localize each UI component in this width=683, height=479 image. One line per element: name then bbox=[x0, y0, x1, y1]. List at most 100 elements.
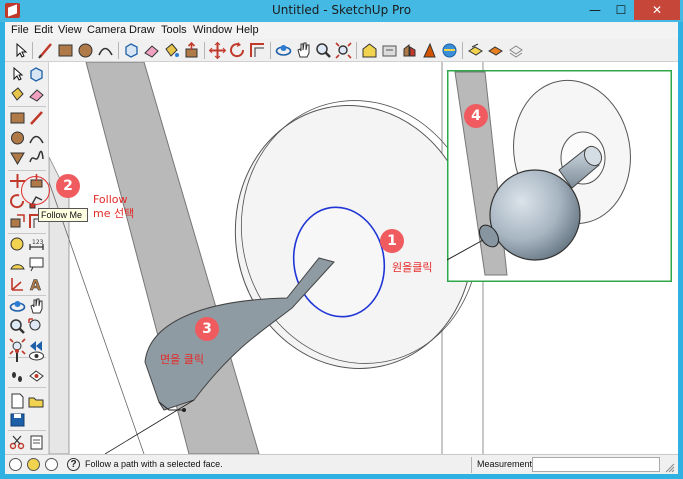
geolocation-icon[interactable] bbox=[9, 458, 22, 471]
polygon-tool-icon[interactable] bbox=[8, 149, 27, 167]
toolbar-divider bbox=[462, 42, 463, 59]
left-toolbar: 123 A bbox=[5, 62, 49, 454]
step-badge-1: 1 bbox=[380, 229, 404, 253]
paint-bucket-icon[interactable] bbox=[162, 41, 181, 60]
credits-icon[interactable] bbox=[27, 458, 40, 471]
cut-icon[interactable] bbox=[8, 433, 27, 451]
paint-bucket-icon[interactable] bbox=[8, 85, 27, 103]
measurements-input[interactable] bbox=[532, 457, 660, 472]
share-model-icon[interactable] bbox=[380, 41, 399, 60]
tape-measure-icon[interactable] bbox=[8, 235, 27, 253]
position-camera-icon[interactable] bbox=[8, 347, 27, 365]
follow-me-highlight bbox=[21, 176, 50, 205]
select-tool-icon[interactable] bbox=[11, 41, 30, 60]
new-file-icon[interactable] bbox=[8, 392, 27, 410]
inset-sphere bbox=[489, 169, 581, 261]
arc-tool-icon[interactable] bbox=[27, 129, 46, 147]
toolbar-divider bbox=[8, 233, 46, 234]
toolbar-divider bbox=[8, 430, 46, 431]
help-icon[interactable]: ? bbox=[67, 458, 80, 471]
title-bar: Untitled - SketchUp Pro — ☐ ✕ bbox=[0, 0, 683, 22]
maximize-button[interactable]: ☐ bbox=[608, 0, 634, 20]
user-icon[interactable] bbox=[45, 458, 58, 471]
background-wall bbox=[49, 156, 70, 454]
rotate-tool-icon[interactable] bbox=[228, 41, 247, 60]
text-tool-icon[interactable] bbox=[27, 255, 46, 273]
scale-tool-icon[interactable] bbox=[8, 212, 27, 230]
orbit-tool-icon[interactable] bbox=[8, 297, 27, 315]
orbit-tool-icon[interactable] bbox=[274, 41, 293, 60]
eraser-tool-icon[interactable] bbox=[27, 85, 46, 103]
walk-tool-icon[interactable] bbox=[8, 367, 27, 385]
profile-edge bbox=[104, 399, 195, 454]
step-note-2: Follow me 선택 bbox=[93, 193, 134, 221]
model-viewport[interactable] bbox=[49, 62, 678, 454]
section-plane-icon[interactable] bbox=[27, 367, 46, 385]
minimize-button[interactable]: — bbox=[582, 0, 608, 20]
svg-text:A: A bbox=[30, 278, 41, 293]
component-icon[interactable] bbox=[400, 41, 419, 60]
zoom-extents-icon[interactable] bbox=[334, 41, 353, 60]
window-title: Untitled - SketchUp Pro bbox=[271, 3, 412, 17]
axes-tool-icon[interactable] bbox=[8, 275, 27, 293]
step-badge-3: 3 bbox=[195, 317, 219, 341]
toolbar-divider bbox=[32, 42, 33, 59]
eraser-tool-icon[interactable] bbox=[142, 41, 161, 60]
menu-camera[interactable]: Camera bbox=[87, 24, 126, 36]
circle-tool-icon[interactable] bbox=[8, 129, 27, 147]
step-badge-4: 4 bbox=[464, 104, 488, 128]
status-divider bbox=[471, 457, 472, 473]
line-tool-icon[interactable] bbox=[36, 41, 55, 60]
dimension-tool-icon[interactable]: 123 bbox=[27, 235, 46, 253]
toolbar-divider bbox=[8, 387, 46, 388]
rectangle-tool-icon[interactable] bbox=[56, 41, 75, 60]
make-component-icon[interactable] bbox=[27, 65, 46, 83]
protractor-icon[interactable] bbox=[8, 255, 27, 273]
result-preview-inset bbox=[447, 70, 672, 282]
zoom-tool-icon[interactable] bbox=[314, 41, 333, 60]
save-icon[interactable] bbox=[8, 411, 27, 429]
svg-text:123: 123 bbox=[32, 239, 44, 246]
menu-edit[interactable]: Edit bbox=[34, 24, 53, 36]
circle-tool-icon[interactable] bbox=[76, 41, 95, 60]
zoom-window-icon[interactable] bbox=[27, 317, 46, 335]
menu-help[interactable]: Help bbox=[236, 24, 259, 36]
output-icon[interactable] bbox=[506, 41, 525, 60]
status-bar: ? Follow a path with a selected face. Me… bbox=[5, 454, 678, 474]
menu-draw[interactable]: Draw bbox=[129, 24, 155, 36]
status-hint: Follow a path with a selected face. bbox=[85, 459, 223, 469]
layout-icon[interactable] bbox=[440, 41, 459, 60]
move-tool-icon[interactable] bbox=[208, 41, 227, 60]
zoom-tool-icon[interactable] bbox=[8, 317, 27, 335]
open-folder-icon[interactable] bbox=[27, 392, 46, 410]
arc-tool-icon[interactable] bbox=[96, 41, 115, 60]
warehouse-icon[interactable] bbox=[360, 41, 379, 60]
section-icon[interactable] bbox=[486, 41, 505, 60]
menu-window[interactable]: Window bbox=[193, 24, 232, 36]
offset-tool-icon[interactable] bbox=[248, 41, 267, 60]
menu-bar: File Edit View Camera Draw Tools Window … bbox=[5, 22, 678, 39]
extension-icon[interactable] bbox=[420, 41, 439, 60]
main-toolbar bbox=[5, 39, 678, 62]
style-icon[interactable] bbox=[466, 41, 485, 60]
step-note-3: 면을 클릭 bbox=[160, 353, 204, 366]
pan-tool-icon[interactable] bbox=[294, 41, 313, 60]
follow-me-tooltip: Follow Me bbox=[38, 208, 88, 222]
menu-view[interactable]: View bbox=[58, 24, 82, 36]
close-button[interactable]: ✕ bbox=[634, 0, 680, 20]
paste-icon[interactable] bbox=[27, 433, 46, 451]
pan-tool-icon[interactable] bbox=[27, 297, 46, 315]
step-note-1: 원을클릭 bbox=[392, 261, 433, 274]
resize-grip-icon[interactable] bbox=[665, 463, 675, 473]
line-tool-icon[interactable] bbox=[27, 109, 46, 127]
menu-tools[interactable]: Tools bbox=[161, 24, 187, 36]
freehand-tool-icon[interactable] bbox=[27, 149, 46, 167]
3d-text-icon[interactable]: A bbox=[27, 275, 46, 293]
menu-file[interactable]: File bbox=[11, 24, 29, 36]
toolbar-divider bbox=[204, 42, 205, 59]
look-around-icon[interactable] bbox=[27, 347, 46, 365]
rectangle-tool-icon[interactable] bbox=[8, 109, 27, 127]
make-component-icon[interactable] bbox=[122, 41, 141, 60]
push-pull-icon[interactable] bbox=[182, 41, 201, 60]
select-tool-icon[interactable] bbox=[8, 65, 27, 83]
